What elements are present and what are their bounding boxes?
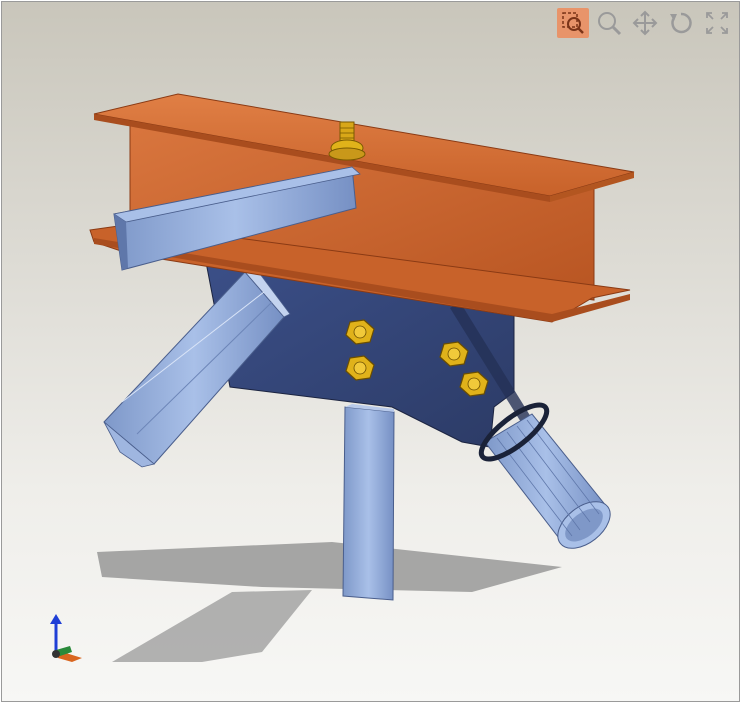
zoom-button[interactable] (593, 8, 625, 38)
rotate-button[interactable] (665, 8, 697, 38)
fit-view-button[interactable] (701, 8, 733, 38)
fit-view-icon (706, 12, 728, 34)
cad-scene (89, 93, 635, 662)
magnifier-icon (598, 12, 622, 36)
zoom-window-button[interactable] (557, 8, 589, 38)
pan-button[interactable] (629, 8, 661, 38)
zoom-window-icon (562, 12, 584, 34)
rotate-icon (670, 12, 692, 34)
right-tube-brace (478, 402, 611, 549)
vertical-plate (342, 406, 395, 601)
3d-viewport[interactable] (1, 1, 740, 702)
view-toolbar (557, 8, 733, 38)
pan-arrows-icon (632, 10, 658, 36)
ground-shadow (97, 542, 562, 662)
axis-triad-icon (50, 614, 82, 662)
